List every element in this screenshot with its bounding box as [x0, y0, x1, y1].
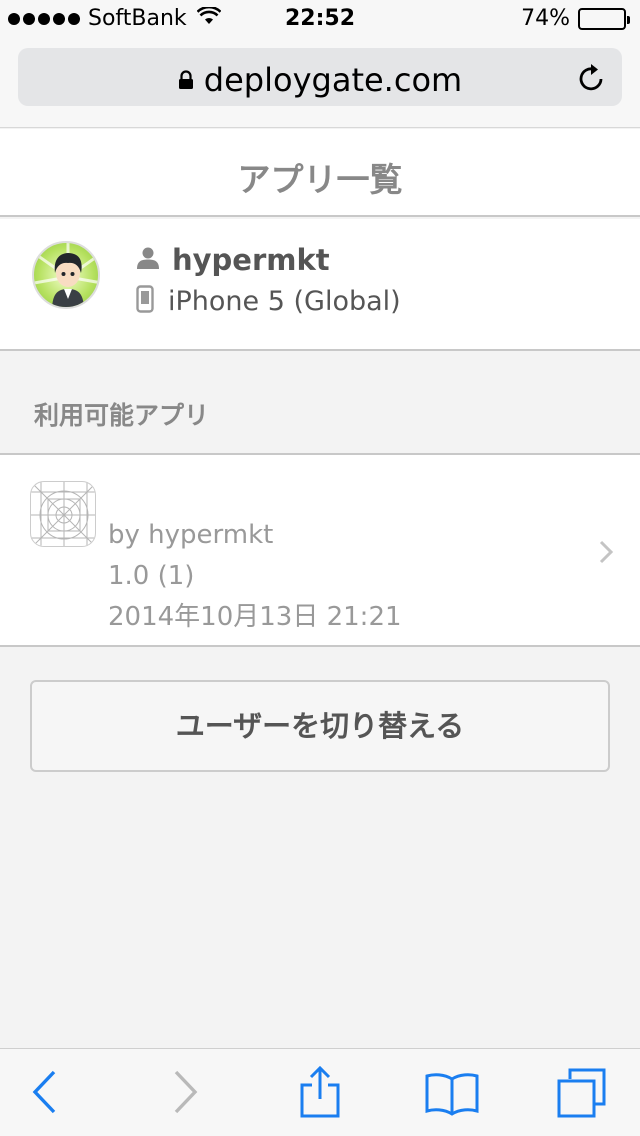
page-title: アプリ一覧: [237, 160, 403, 199]
user-name-row: hypermkt: [136, 243, 330, 277]
user-section: hypermkt iPhone 5 (Global): [0, 219, 640, 351]
app-date: 2014年10月13日 21:21: [108, 602, 402, 632]
browser-chrome: deploygate.com: [0, 40, 640, 128]
page-header: アプリ一覧: [0, 129, 640, 217]
chevron-right-icon: [598, 539, 614, 569]
section-label: 利用可能アプリ: [34, 401, 210, 430]
app-placeholder-icon: [30, 481, 96, 547]
app-version: 1.0 (1): [108, 561, 195, 591]
bookmarks-icon[interactable]: [424, 1071, 480, 1121]
lock-icon: [178, 60, 194, 98]
address-bar[interactable]: deploygate.com: [18, 48, 622, 106]
battery-percent: 74%: [521, 6, 570, 31]
status-bar: SoftBank 22:52 74%: [0, 0, 640, 40]
battery-icon: [578, 7, 630, 30]
phone-icon: [136, 285, 154, 317]
browser-toolbar: [0, 1048, 640, 1136]
forward-icon[interactable]: [170, 1069, 200, 1119]
switch-user-button[interactable]: ユーザーを切り替える: [30, 680, 610, 772]
app-info: by hypermkt 1.0 (1) 2014年10月13日 21:21: [108, 515, 402, 638]
reload-icon[interactable]: [578, 62, 606, 96]
device-name: iPhone 5 (Global): [168, 285, 401, 317]
url-display[interactable]: deploygate.com: [18, 61, 622, 99]
device-row: iPhone 5 (Global): [136, 285, 401, 317]
back-icon[interactable]: [30, 1069, 60, 1119]
app-list-item[interactable]: by hypermkt 1.0 (1) 2014年10月13日 21:21: [0, 453, 640, 647]
app-author: by hypermkt: [108, 520, 274, 550]
tabs-icon[interactable]: [556, 1067, 608, 1123]
status-right: 74%: [521, 6, 630, 31]
user-name: hypermkt: [172, 243, 330, 277]
avatar: [32, 241, 100, 309]
url-text: deploygate.com: [203, 61, 463, 99]
user-icon: [136, 246, 160, 274]
share-icon[interactable]: [298, 1065, 342, 1123]
